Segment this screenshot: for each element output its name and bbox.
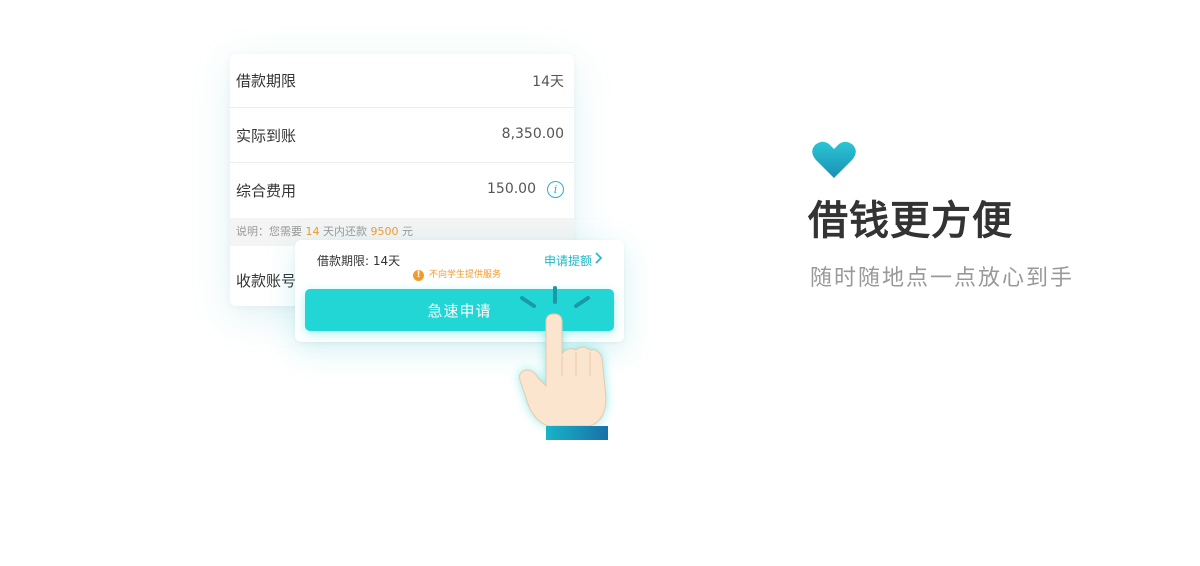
loan-term-row: 借款期限 14天 (230, 54, 574, 108)
account-label: 收款账号 (236, 272, 297, 290)
note-suffix: 元 (402, 225, 413, 238)
popup-term-text: 借款期限: 14天 (317, 254, 401, 268)
loan-term-label: 借款期限 (236, 72, 297, 90)
actual-received-row: 实际到账 8,350.00 (230, 109, 574, 163)
note-middle: 天内还款 (323, 225, 367, 238)
note-prefix: 说明：您需要 (236, 225, 302, 238)
heart-icon (812, 141, 856, 178)
info-icon[interactable]: i (547, 181, 564, 198)
warning-icon: ! (413, 270, 424, 281)
promo-subtitle: 随时随地点一点放心到手 (810, 266, 1075, 291)
total-fee-label: 综合费用 (236, 182, 297, 200)
total-fee-row: 综合费用 150.00 i (230, 164, 574, 218)
note-days: 14 (305, 225, 320, 238)
promo-title: 借钱更方便 (808, 198, 1013, 244)
note-amount: 9500 (370, 225, 399, 238)
actual-received-value: 8,350.00 (501, 126, 564, 142)
raise-limit-link[interactable]: 申请提额 (544, 252, 592, 269)
loan-term-value: 14天 (532, 74, 564, 90)
total-fee-value: 150.00 (487, 181, 536, 197)
actual-received-label: 实际到账 (236, 127, 297, 145)
hand-pointer-icon (519, 286, 608, 440)
chevron-right-icon[interactable] (594, 251, 604, 265)
warning-text: 不向学生提供服务 (429, 270, 502, 280)
